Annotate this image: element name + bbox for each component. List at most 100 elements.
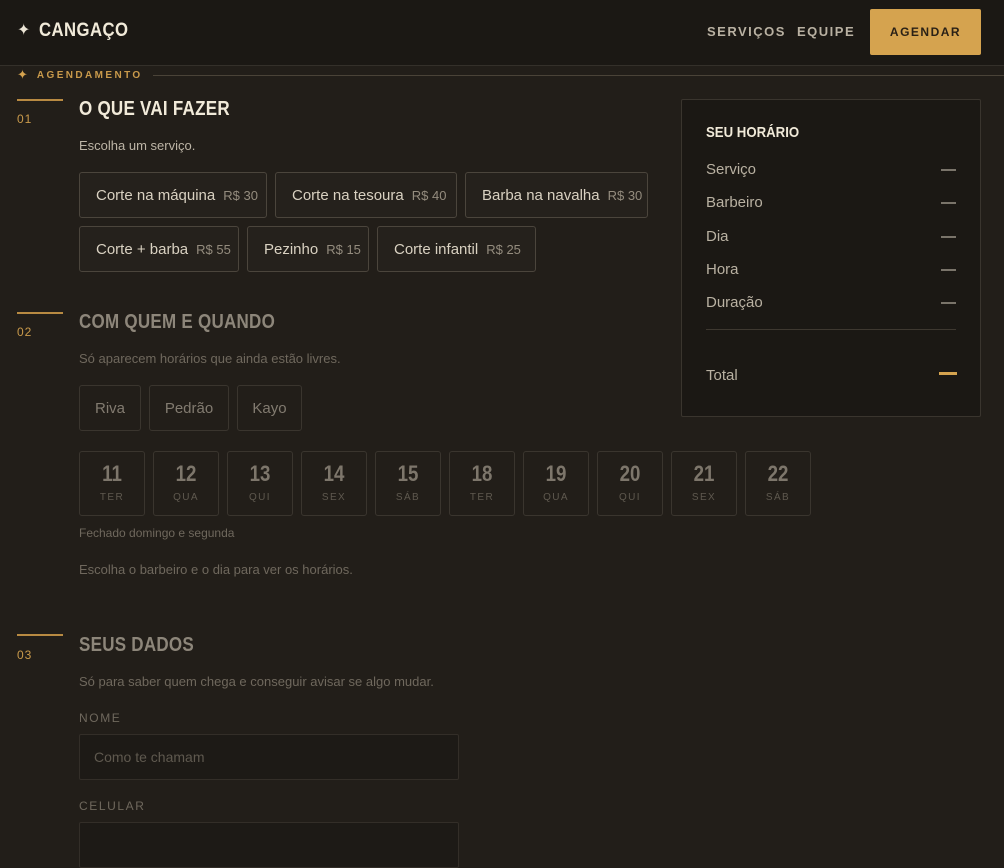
service-option[interactable]: Corte infantil R$ 25 — [377, 226, 536, 272]
day-option[interactable]: 21 SEX — [671, 451, 737, 516]
step-number: 03 — [17, 648, 33, 662]
closed-days-note: Fechado domingo e segunda — [79, 526, 235, 540]
service-option[interactable]: Barba na navalha R$ 30 — [465, 172, 648, 218]
summary-row-label: Duração — [706, 294, 763, 311]
day-number: 13 — [249, 461, 271, 486]
step-title: O QUE VAI FAZER — [79, 98, 230, 120]
service-price: R$ 40 — [411, 187, 447, 203]
day-option[interactable]: 12 QUA — [153, 451, 219, 516]
summary-row-label: Dia — [706, 228, 729, 245]
service-price: R$ 15 — [326, 241, 361, 257]
summary-row-service: Serviço — — [706, 161, 956, 178]
day-option[interactable]: 15 SÁB — [375, 451, 441, 516]
section-label: AGENDAMENTO — [36, 69, 143, 81]
summary-row-value: — — [941, 194, 956, 211]
service-option[interactable]: Corte + barba R$ 55 — [79, 226, 239, 272]
day-weekday: QUI — [619, 492, 641, 503]
name-field-label: NOME — [79, 711, 122, 725]
day-option[interactable]: 22 SÁB — [745, 451, 811, 516]
day-number: 12 — [175, 461, 197, 486]
service-option[interactable]: Corte na tesoura R$ 40 — [275, 172, 457, 218]
summary-row-label: Hora — [706, 261, 739, 278]
service-name: Corte na tesoura — [292, 186, 404, 204]
barber-option[interactable]: Pedrão — [149, 385, 229, 431]
service-name: Corte infantil — [394, 240, 479, 258]
day-number: 14 — [323, 461, 345, 486]
day-option[interactable]: 13 QUI — [227, 451, 293, 516]
summary-row-time: Hora — — [706, 261, 956, 278]
section-eyebrow: ✦ AGENDAMENTO — [17, 67, 1004, 83]
step-subtitle: Só aparecem horários que ainda estão liv… — [79, 351, 341, 366]
step-marker-rule — [17, 99, 63, 101]
schedule-hint: Escolha o barbeiro e o dia para ver os h… — [79, 562, 353, 577]
day-option[interactable]: 19 QUA — [523, 451, 589, 516]
day-number: 19 — [545, 461, 567, 486]
service-price: R$ 25 — [486, 241, 521, 257]
step-title: SEUS DADOS — [79, 634, 194, 656]
summary-row-duration: Duração — — [706, 294, 956, 311]
day-weekday: SÁB — [765, 492, 791, 503]
summary-total-label: Total — [706, 367, 738, 384]
service-name: Barba na navalha — [482, 186, 600, 204]
step-number: 02 — [17, 325, 33, 339]
step-marker-rule — [17, 634, 63, 636]
step-title: COM QUEM E QUANDO — [79, 311, 276, 333]
day-weekday: SÁB — [395, 492, 421, 503]
summary-row-value: — — [941, 261, 956, 278]
brand-name: CANGAÇO — [39, 20, 129, 41]
day-number: 20 — [619, 461, 641, 486]
step-subtitle: Só para saber quem chega e conseguir avi… — [79, 674, 434, 689]
day-number: 11 — [102, 461, 122, 486]
day-option[interactable]: 18 TER — [449, 451, 515, 516]
step-marker-rule — [17, 312, 63, 314]
service-name: Pezinho — [264, 240, 319, 258]
service-name: Corte na máquina — [96, 186, 216, 204]
name-input[interactable] — [79, 734, 459, 780]
phone-field-label: CELULAR — [79, 799, 146, 813]
nav-link-team[interactable]: EQUIPE — [797, 24, 855, 39]
day-weekday: QUA — [173, 492, 199, 503]
barber-option[interactable]: Kayo — [237, 385, 302, 431]
summary-row-label: Barbeiro — [706, 194, 763, 211]
summary-divider — [706, 329, 956, 330]
summary-row-value: — — [941, 161, 956, 178]
day-number: 18 — [471, 461, 493, 486]
day-weekday: QUA — [543, 492, 569, 503]
top-nav-bar: ✦ CANGAÇO SERVIÇOS EQUIPE AGENDAR — [0, 0, 1004, 66]
phone-input[interactable] — [79, 822, 459, 868]
day-number: 22 — [767, 461, 789, 486]
section-divider — [152, 74, 1004, 76]
day-weekday: TER — [469, 492, 495, 503]
barber-option[interactable]: Riva — [79, 385, 141, 431]
service-name: Corte + barba — [96, 240, 189, 258]
summary-title: SEU HORÁRIO — [706, 124, 800, 141]
step-subtitle: Escolha um serviço. — [79, 138, 196, 153]
nav-link-services[interactable]: SERVIÇOS — [707, 24, 786, 39]
summary-row-value: — — [941, 294, 956, 311]
day-option[interactable]: 14 SEX — [301, 451, 367, 516]
day-option[interactable]: 20 QUI — [597, 451, 663, 516]
day-weekday: QUI — [249, 492, 271, 503]
summary-total-value — [939, 372, 957, 375]
brand-logo[interactable]: ✦ CANGAÇO — [17, 20, 141, 42]
service-option[interactable]: Pezinho R$ 15 — [247, 226, 369, 272]
day-number: 21 — [693, 461, 715, 486]
day-option[interactable]: 11 TER — [79, 451, 145, 516]
summary-row-label: Serviço — [706, 161, 757, 178]
day-weekday: TER — [99, 492, 125, 503]
sparkle-icon: ✦ — [17, 22, 31, 39]
service-price: R$ 55 — [196, 241, 231, 257]
summary-row-value: — — [941, 228, 956, 245]
summary-row-barber: Barbeiro — — [706, 194, 956, 211]
summary-row-day: Dia — — [706, 228, 956, 245]
service-option[interactable]: Corte na máquina R$ 30 — [79, 172, 267, 218]
step-number: 01 — [17, 112, 33, 126]
booking-summary-card: SEU HORÁRIO Serviço — Barbeiro — Dia — H… — [681, 99, 981, 417]
day-weekday: SEX — [321, 492, 347, 503]
day-number: 15 — [397, 461, 419, 486]
service-price: R$ 30 — [607, 187, 643, 203]
sparkle-icon: ✦ — [17, 67, 28, 82]
service-price: R$ 30 — [223, 187, 258, 203]
book-button[interactable]: AGENDAR — [870, 9, 981, 55]
day-weekday: SEX — [691, 492, 717, 503]
